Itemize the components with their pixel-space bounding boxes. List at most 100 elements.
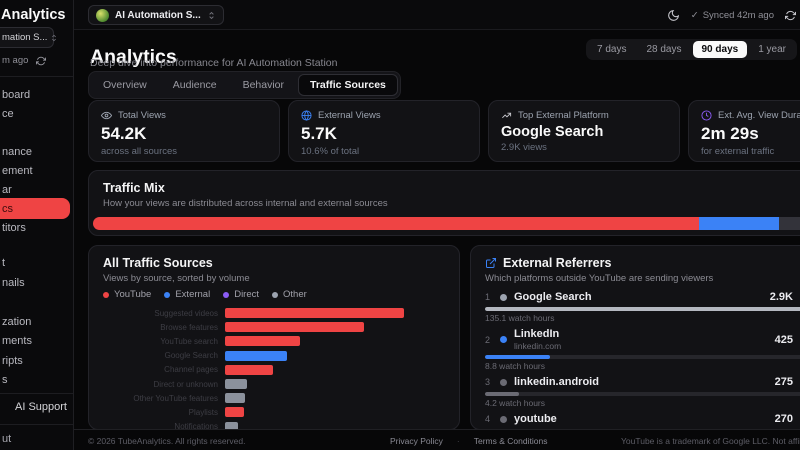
- referrer-views-value: 270: [774, 413, 793, 425]
- sidebar-item[interactable]: titors: [2, 222, 26, 234]
- traffic-sources-title: All Traffic Sources: [103, 256, 213, 270]
- sidebar-item[interactable]: board: [2, 89, 30, 101]
- sidebar-item[interactable]: ments: [2, 335, 32, 347]
- chart-bar: [225, 407, 244, 418]
- range-button-7-days[interactable]: 7 days: [588, 41, 635, 58]
- range-button-28-days[interactable]: 28 days: [637, 41, 690, 58]
- theme-toggle-button[interactable]: [667, 9, 680, 22]
- page-subtitle: Deep dive into performance for AI Automa…: [90, 57, 338, 69]
- eye-icon: [101, 111, 112, 120]
- sidebar-channel-select[interactable]: mation S...: [0, 27, 57, 48]
- legend-item: YouTube: [103, 289, 151, 300]
- legend-item: Other: [272, 289, 307, 300]
- chart-row: Browse features: [103, 320, 445, 334]
- range-button-1-year[interactable]: 1 year: [749, 41, 795, 58]
- stat-card-header: External Views: [301, 110, 467, 121]
- clock-icon: [701, 110, 712, 121]
- external-referrers-subtitle: Which platforms outside YouTube are send…: [485, 273, 714, 284]
- tab-traffic-sources[interactable]: Traffic Sources: [298, 74, 398, 96]
- chart-bar: [225, 308, 404, 319]
- chevrons-up-down-icon: [52, 34, 57, 41]
- sidebar-item[interactable]: ement: [2, 165, 33, 177]
- sidebar-item[interactable]: zation: [2, 316, 31, 328]
- legend-label: External: [175, 289, 211, 300]
- traffic-sources-bar-chart: Suggested videos Browse features YouTube s…: [103, 306, 445, 429]
- referrer-views-value: 275: [774, 376, 793, 388]
- privacy-policy-link[interactable]: Privacy Policy: [390, 436, 443, 446]
- tab-behavior[interactable]: Behavior: [231, 74, 296, 96]
- external-referrers-card: External Referrers Which platforms outsi…: [470, 245, 800, 430]
- sidebar-item[interactable]: ripts: [2, 355, 23, 367]
- chart-row-label: Google Search: [164, 351, 218, 361]
- tab-overview[interactable]: Overview: [91, 74, 159, 96]
- sidebar-item[interactable]: s: [2, 374, 8, 386]
- sidebar-item[interactable]: ce: [2, 108, 14, 120]
- stat-value: 5.7K: [301, 124, 337, 143]
- referrer-item: 2 LinkedIn linkedin.com 425 8.8 watch hours: [485, 328, 800, 371]
- referrer-views-value: 425: [774, 333, 793, 346]
- chart-bar: [225, 350, 287, 361]
- referrer-favicon-dot: [500, 293, 507, 301]
- stat-card: External Views 5.7K 10.6% of total: [288, 100, 480, 162]
- chart-row: YouTube search: [103, 334, 445, 348]
- traffic-sources-legend: YouTube External Direct Other: [103, 289, 445, 300]
- chart-row-label: Channel pages: [164, 365, 218, 375]
- copyright-text: © 2026 TubeAnalytics. All rights reserve…: [88, 436, 246, 446]
- chart-row-label: YouTube search: [160, 336, 218, 346]
- referrer-favicon-dot: [500, 336, 507, 343]
- chart-row: Google Search: [103, 349, 445, 363]
- traffic-sources-subtitle: Views by source, sorted by volume: [103, 273, 250, 284]
- referrer-watch-hours: 8.8 watch hours: [485, 361, 546, 371]
- sidebar-divider: [0, 393, 73, 394]
- mix-segment-external: [698, 217, 780, 230]
- footer: © 2026 TubeAnalytics. All rights reserve…: [74, 429, 800, 450]
- legend-label: YouTube: [114, 289, 152, 300]
- sync-status-text: Synced 42m ago: [702, 9, 774, 21]
- chart-bar: [225, 322, 364, 333]
- sidebar-item[interactable]: nails: [2, 277, 25, 289]
- chart-bar: [225, 393, 245, 404]
- referrer-views-value: 2.9K: [769, 291, 793, 303]
- referrer-row: 2 LinkedIn linkedin.com 425: [485, 328, 800, 351]
- legend-label: Other: [283, 289, 307, 300]
- chevrons-up-down-icon: [209, 11, 214, 19]
- legend-dot: [164, 291, 171, 298]
- sidebar-item[interactable]: t: [2, 257, 5, 269]
- sidebar-item-logout[interactable]: ut: [2, 433, 11, 445]
- refresh-button[interactable]: [785, 10, 796, 21]
- trademark-text: YouTube is a trademark of Google LLC. No…: [621, 436, 800, 446]
- sidebar-item-label: cs: [2, 202, 13, 215]
- referrer-progress-fill: [485, 355, 550, 359]
- sync-status: ✓ Synced 42m ago: [691, 10, 774, 21]
- traffic-mix-card: Traffic Mix How your views are distribut…: [88, 170, 800, 236]
- range-button-90-days[interactable]: 90 days: [692, 41, 748, 58]
- stat-sublabel: across all sources: [101, 146, 178, 157]
- stat-cards: Total Views 54.2K across all sources Extern…: [88, 100, 800, 162]
- sidebar-item[interactable]: nance: [2, 146, 32, 158]
- terms-link[interactable]: Terms & Conditions: [474, 436, 548, 446]
- footer-links: Privacy Policy · Terms & Conditions: [390, 436, 547, 446]
- topbar-actions: ✓ Synced 42m ago: [667, 0, 796, 30]
- referrer-name: linkedin.android: [514, 376, 599, 388]
- channel-avatar: [96, 8, 109, 22]
- sidebar-item-active[interactable]: cs: [0, 198, 70, 219]
- sidebar: Analytics mation S... m ago board ce nance…: [0, 0, 74, 450]
- referrer-name-block: Google Search: [514, 291, 592, 303]
- chart-row: Playlists: [103, 405, 445, 419]
- sidebar-item[interactable]: ar: [2, 184, 12, 196]
- referrer-row: 1 Google Search 2.9K: [485, 291, 800, 303]
- channel-selector[interactable]: AI Automation S...: [88, 5, 224, 25]
- refresh-icon[interactable]: [36, 56, 47, 66]
- referrer-name-block: youtube: [514, 413, 557, 425]
- chart-bar: [225, 379, 247, 390]
- sidebar-item-ai-support[interactable]: AI Support: [15, 401, 67, 413]
- chart-row-label: Browse features: [160, 322, 218, 332]
- referrer-favicon-dot: [500, 378, 507, 386]
- sidebar-sync-label: m ago: [2, 55, 29, 66]
- referrer-item: 4youtube27012.7 watch hours: [485, 413, 800, 429]
- referrer-rank: 1: [485, 292, 491, 302]
- tab-audience[interactable]: Audience: [161, 74, 229, 96]
- referrer-rank: 4: [485, 414, 491, 424]
- chart-row: Suggested videos: [103, 306, 445, 320]
- chart-row-label: Direct or unknown: [153, 379, 218, 389]
